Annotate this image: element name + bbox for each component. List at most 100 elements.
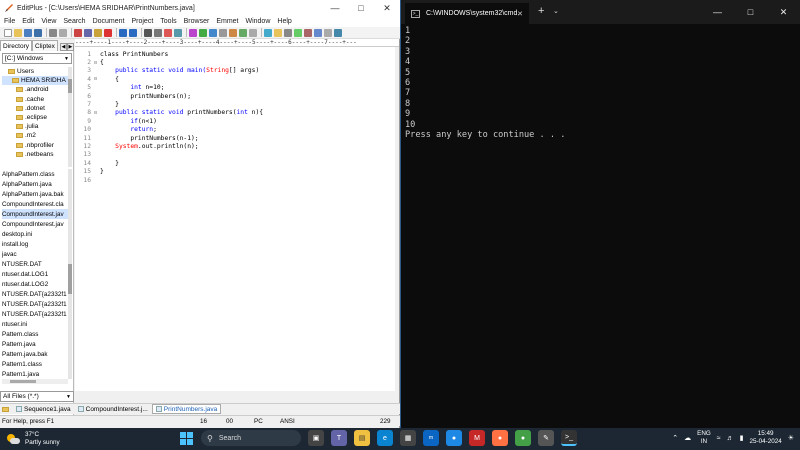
tab-compoundinterest[interactable]: CompoundInterest.j... — [75, 404, 151, 414]
file-item[interactable]: Pattern.java.bak — [2, 349, 68, 359]
tree-item[interactable]: .cache — [2, 95, 68, 104]
file-item[interactable]: AlphaPattern.java.bak — [2, 189, 68, 199]
tree-item[interactable]: Users — [2, 67, 68, 76]
tree-item[interactable]: HEMA SRIDHA — [2, 76, 68, 86]
file-item[interactable]: Pattern1.java — [2, 369, 68, 379]
minimize-button[interactable]: — — [701, 0, 734, 24]
notification-icon[interactable]: ☀ — [788, 434, 794, 442]
chevron-up-icon[interactable]: ⌃ — [672, 434, 678, 442]
file-item[interactable]: AlphaPattern.java — [2, 179, 68, 189]
tab-scroll-right-icon[interactable]: ▶ — [66, 43, 74, 51]
print-icon[interactable] — [49, 28, 57, 37]
menu-view[interactable]: View — [41, 18, 56, 25]
file-item[interactable]: ntuser.ini — [2, 319, 68, 329]
tree-item[interactable]: .nbprofiler — [2, 141, 68, 150]
file-item[interactable]: CompoundInterest.jav — [2, 219, 68, 229]
volume-icon[interactable]: ♬ — [727, 435, 734, 442]
minimize-button[interactable]: — — [322, 0, 348, 16]
menu-tools[interactable]: Tools — [160, 18, 176, 25]
battery-icon[interactable]: ▮ — [740, 434, 744, 442]
file-item[interactable]: ntuser.dat.LOG1 — [2, 269, 68, 279]
drive-select[interactable]: [C:] Windows ▼ — [2, 53, 72, 64]
file-item[interactable]: NTUSER.DAT{a2332f1 — [2, 309, 68, 319]
find-icon[interactable] — [144, 28, 152, 37]
menu-help[interactable]: Help — [277, 18, 291, 25]
file-explorer-icon[interactable]: ▤ — [354, 430, 370, 446]
tab-cliptext[interactable]: Cliptex — [32, 40, 58, 51]
close-button[interactable]: ✕ — [374, 0, 400, 16]
paste-icon[interactable] — [94, 28, 102, 37]
maximize-button[interactable]: □ — [734, 0, 767, 24]
terminal-titlebar[interactable]: >_ C:\WINDOWS\system32\cmd. ✕ + ⌄ — □ ✕ — [401, 0, 800, 24]
word-wrap-icon[interactable] — [189, 28, 197, 37]
file-item[interactable]: ntuser.dat.LOG2 — [2, 279, 68, 289]
new-file-icon[interactable] — [4, 28, 12, 37]
file-item[interactable]: AlphaPattern.class — [2, 169, 68, 179]
file-item[interactable]: desktop.ini — [2, 229, 68, 239]
tab-sequence1[interactable]: Sequence1.java — [13, 404, 74, 414]
copy-icon[interactable] — [84, 28, 92, 37]
goto-icon[interactable] — [174, 28, 182, 37]
file-item[interactable]: Pattern.java — [2, 339, 68, 349]
settings-icon[interactable] — [249, 28, 257, 37]
ruler-icon[interactable] — [209, 28, 217, 37]
replace-icon[interactable] — [154, 28, 162, 37]
file-item[interactable]: CompoundInterest.cla — [2, 199, 68, 209]
editor-vscrollbar[interactable] — [395, 47, 399, 395]
tree-item[interactable]: .julia — [2, 122, 68, 131]
directory-icon[interactable] — [274, 28, 282, 37]
save-all-icon[interactable] — [34, 28, 42, 37]
terminal-tab[interactable]: >_ C:\WINDOWS\system32\cmd. ✕ — [405, 3, 529, 24]
close-button[interactable]: ✕ — [767, 0, 800, 24]
tree-item[interactable]: .android — [2, 85, 68, 94]
preferences-icon[interactable] — [324, 28, 332, 37]
mcafee-icon[interactable]: M — [469, 430, 485, 446]
menu-document[interactable]: Document — [93, 18, 125, 25]
task-view-icon[interactable]: ▣ — [308, 430, 324, 446]
maximize-button[interactable]: □ — [348, 0, 374, 16]
code-area[interactable]: 1 class PrintNumbers 2 ⊟{ 3 public static … — [75, 50, 399, 184]
fullscreen-icon[interactable] — [314, 28, 322, 37]
delete-icon[interactable] — [104, 28, 112, 37]
file-item[interactable]: NTUSER.DAT{a2332f1 — [2, 299, 68, 309]
menu-file[interactable]: File — [4, 18, 15, 25]
taskbar-search[interactable]: ⚲ Search — [201, 430, 301, 446]
cut-icon[interactable] — [74, 28, 82, 37]
editor-hscrollbar[interactable] — [75, 391, 395, 395]
file-item[interactable]: Pattern1.class — [2, 359, 68, 369]
line-number-icon[interactable] — [199, 28, 207, 37]
language-indicator[interactable]: ENG IN — [697, 430, 711, 446]
app-icon[interactable]: m — [423, 430, 439, 446]
tree-scrollbar[interactable] — [68, 67, 72, 167]
file-item[interactable]: CompoundInterest.jav — [2, 209, 68, 219]
editplus-taskbar-icon[interactable]: ✎ — [538, 430, 554, 446]
redo-icon[interactable] — [129, 28, 137, 37]
whitespace-icon[interactable] — [219, 28, 227, 37]
file-item[interactable]: NTUSER.DAT — [2, 259, 68, 269]
edge-icon[interactable]: e — [377, 430, 393, 446]
tree-item[interactable]: .dotnet — [2, 104, 68, 113]
menu-browser[interactable]: Browser — [184, 18, 210, 25]
file-list-hscrollbar[interactable] — [2, 379, 68, 384]
clock[interactable]: 15:49 25-04-2024 — [750, 430, 782, 446]
chrome-browser-icon[interactable]: ● — [515, 430, 531, 446]
menu-window[interactable]: Window — [245, 18, 270, 25]
find-in-files-icon[interactable] — [164, 28, 172, 37]
tab-printnumbers[interactable]: PrintNumbers.java — [151, 404, 222, 414]
open-folder-icon[interactable] — [14, 28, 22, 37]
tree-item[interactable]: .netbeans — [2, 150, 68, 159]
file-filter-select[interactable]: All Files (*.*) ▼ — [0, 391, 74, 402]
tool-icon[interactable] — [304, 28, 312, 37]
file-item[interactable]: NTUSER.DAT{a2332f1 — [2, 289, 68, 299]
file-item[interactable]: javac — [2, 249, 68, 259]
weather-widget[interactable]: 37°C Partly sunny — [6, 431, 60, 447]
terminal-taskbar-icon[interactable]: >_ — [561, 430, 577, 446]
teams-icon[interactable]: T — [331, 430, 347, 446]
menu-search[interactable]: Search — [63, 18, 85, 25]
tab-scroll-left-icon[interactable]: ◀ — [59, 43, 67, 51]
output-window-icon[interactable] — [284, 28, 292, 37]
cliptext-icon[interactable] — [264, 28, 272, 37]
close-tab-icon[interactable]: ✕ — [517, 10, 523, 18]
cloud-icon[interactable]: ☁ — [684, 434, 691, 442]
windows-start-icon[interactable] — [178, 430, 194, 446]
